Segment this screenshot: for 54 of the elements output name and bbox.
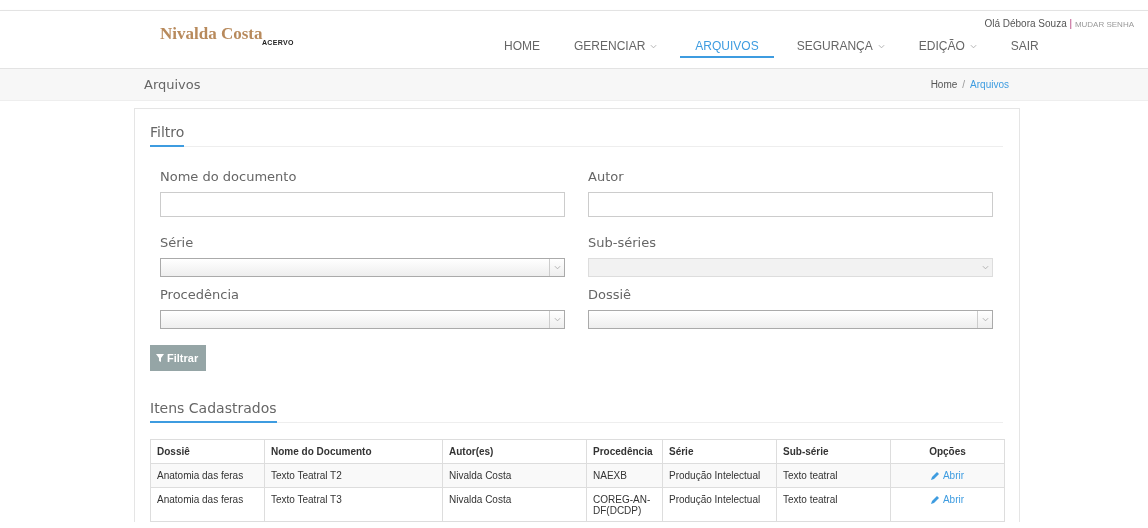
table-cell: Anatomia das feras: [150, 463, 265, 488]
nav-tab[interactable]: EDIÇÃO: [907, 31, 988, 56]
nav-tab[interactable]: SAIR: [999, 31, 1050, 56]
open-link[interactable]: Abrir: [930, 494, 965, 505]
pencil-icon: [930, 495, 940, 504]
nav-tab[interactable]: HOME: [493, 31, 551, 56]
greeting: Olá Débora Souza: [984, 18, 1067, 29]
table-cell: Texto teatral: [776, 487, 891, 522]
column-header: Procedência: [586, 439, 663, 464]
change-password-link[interactable]: MUDAR SENHA: [1074, 20, 1134, 29]
table-cell: Texto teatral: [776, 463, 891, 488]
section-title: Filtro: [150, 121, 185, 147]
field-label: Autor: [588, 169, 625, 184]
nav-tab[interactable]: SEGURANÇA: [785, 31, 896, 56]
column-header: Nome do Documento: [264, 439, 443, 464]
field-label: Sub-séries: [588, 235, 657, 250]
nav-tab[interactable]: GERENCIAR: [563, 31, 669, 56]
field-label: Nome do documento: [160, 169, 298, 184]
select-field[interactable]: [160, 310, 565, 329]
caret-icon: [553, 317, 561, 322]
filter-icon: [156, 354, 164, 362]
text-field[interactable]: [160, 192, 565, 217]
table-cell: COREG-AN-DF(DCDP): [586, 487, 663, 522]
pencil-icon: [930, 471, 940, 480]
caret-icon: [981, 317, 989, 322]
table-cell: Produção Intelectual: [662, 487, 777, 522]
select-field[interactable]: [588, 310, 993, 329]
column-header: Série: [662, 439, 777, 464]
column-header: Autor(es): [442, 439, 587, 464]
logo-text: Nivalda Costa: [160, 25, 263, 43]
breadcrumb-link[interactable]: Arquivos: [970, 79, 1009, 90]
separator: |: [1069, 18, 1073, 29]
nav-tab[interactable]: ARQUIVOS: [680, 31, 774, 58]
page-title: Arquivos: [144, 77, 201, 92]
column-header: Opções: [890, 439, 1005, 464]
table-cell: Texto Teatral T3: [264, 487, 443, 522]
caret-icon: [981, 265, 989, 270]
select-field[interactable]: [160, 258, 565, 277]
table-cell: Produção Intelectual: [662, 463, 777, 488]
open-link[interactable]: Abrir: [930, 470, 965, 481]
table-cell: Nivalda Costa: [442, 487, 587, 522]
breadcrumb-link[interactable]: Home: [930, 79, 958, 90]
table-cell: Anatomia das feras: [150, 487, 265, 522]
field-label: Procedência: [160, 287, 240, 302]
table-cell: Texto Teatral T2: [264, 463, 443, 488]
section-title: Itens Cadastrados: [150, 397, 277, 423]
column-header: Sub-série: [776, 439, 891, 464]
field-label: Dossiê: [588, 287, 633, 302]
breadcrumb-separator: /: [962, 79, 966, 90]
field-label: Série: [160, 235, 195, 250]
caret-icon: [553, 265, 561, 270]
column-header: Dossiê: [150, 439, 265, 464]
text-field[interactable]: [588, 192, 993, 217]
table-cell: Nivalda Costa: [442, 463, 587, 488]
